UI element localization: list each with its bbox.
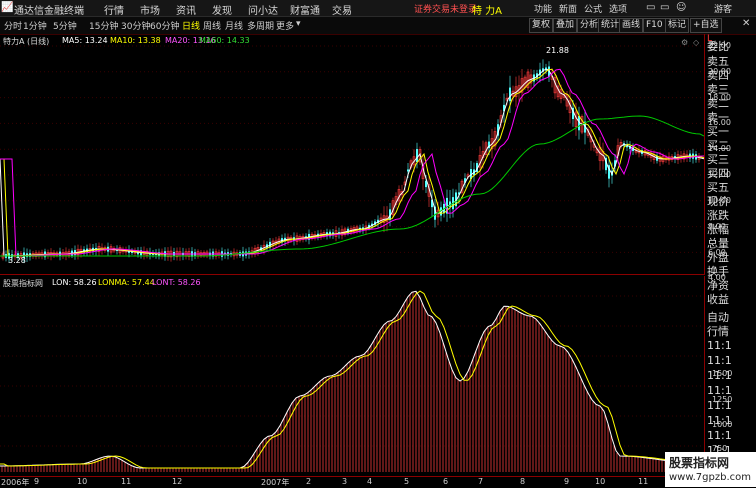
kline-candle: [509, 87, 511, 102]
period-30min[interactable]: 30分钟: [121, 19, 150, 32]
quote-panel: L 委比 卖五 卖四 卖三 卖二 卖一 买一 买二 买三 买四 买五 现价 涨跌…: [705, 34, 756, 487]
btn-biaoji[interactable]: 标记: [665, 18, 690, 33]
period-monthly[interactable]: 月线: [225, 19, 243, 32]
time-tick: 11: [638, 477, 649, 486]
time-tick: 12: [172, 477, 183, 486]
chevron-down-icon[interactable]: ▾: [296, 19, 301, 29]
tick-time: 11:1: [707, 339, 732, 352]
time-tick: 10: [77, 477, 88, 486]
watermark-logo: 股票指标网 www.7gpzb.com: [665, 452, 756, 487]
watermark-title: 股票指标网: [669, 456, 730, 470]
indicator-svg: [0, 290, 704, 472]
btn-fuquan[interactable]: 复权: [529, 18, 554, 33]
kline-candle: [416, 149, 418, 163]
guest-label[interactable]: 游客: [714, 2, 732, 15]
high-price-label: 21.88: [546, 46, 569, 55]
time-tick: 4: [367, 477, 373, 486]
period-more[interactable]: 更多: [276, 19, 294, 32]
time-tick: 9: [34, 477, 40, 486]
tick-time: 11:1: [707, 354, 732, 367]
legend-lon: LON: 58.26: [52, 278, 97, 287]
time-tick: 3: [342, 477, 348, 486]
stock-name: 特 力A: [472, 6, 503, 17]
btn-zixuan[interactable]: +自选: [690, 18, 722, 33]
btn-f10[interactable]: F10: [643, 18, 666, 33]
top-menu-bar: 📈 通达信金融终端 行情 市场 资讯 发现 问小达 财富通 交易 证券交易未登录…: [0, 0, 756, 17]
period-15min[interactable]: 15分钟: [89, 19, 118, 32]
tick-time: 11:1: [707, 399, 732, 412]
menu-xinmian[interactable]: 新面: [559, 2, 577, 15]
lon-line: [0, 290, 704, 469]
menu-faxian[interactable]: 发现: [212, 2, 232, 17]
time-tick: 2: [306, 477, 312, 486]
legend-ma10: MA10: 13.38: [110, 36, 161, 45]
period-fenshi[interactable]: 分时: [4, 19, 22, 32]
tick-time: 11:1: [707, 429, 732, 442]
legend-ma60: MA60: 14.33: [199, 36, 250, 45]
collapse-icon[interactable]: ◇: [693, 38, 699, 47]
minimize-icon[interactable]: ▭: [646, 2, 655, 13]
ma60-line: [0, 115, 704, 257]
settings-icon[interactable]: ⚙: [681, 38, 688, 47]
app-logo-icon: 📈: [1, 2, 14, 13]
legend-ma5: MA5: 13.24: [62, 36, 108, 45]
kline-candle: [407, 169, 409, 172]
time-tick: 5: [404, 477, 410, 486]
main-legend-title: 特力A (日线): [3, 37, 50, 46]
menu-shichang[interactable]: 市场: [140, 2, 160, 17]
user-icon[interactable]: ☺: [676, 2, 686, 13]
login-status[interactable]: 证券交易未登录: [414, 2, 477, 15]
tick-time: 11:1: [707, 369, 732, 382]
time-tick: 7: [478, 477, 484, 486]
menu-gongshi[interactable]: 公式: [584, 2, 602, 15]
time-tick: 11: [121, 477, 132, 486]
legend-lonma: LONMA: 57.44: [98, 278, 155, 287]
menu-gongneng[interactable]: 功能: [534, 2, 552, 15]
tick-time: 11:1: [707, 384, 732, 397]
legend-lont: LONT: 58.26: [152, 278, 201, 287]
time-tick: 10: [595, 477, 606, 486]
period-5min[interactable]: 5分钟: [53, 19, 77, 32]
sub-legend-title: 股票指标网: [3, 279, 43, 288]
lonma-line: [0, 290, 704, 469]
menu-zixun[interactable]: 资讯: [176, 2, 196, 17]
time-tick: 2006年: [1, 478, 30, 487]
period-weekly[interactable]: 周线: [203, 19, 221, 32]
menu-wenxiaoda[interactable]: 问小达: [248, 2, 278, 17]
ticks-subtitle: 行情: [707, 325, 729, 338]
restore-icon[interactable]: ▭: [660, 2, 669, 13]
menu-hangqing[interactable]: 行情: [104, 2, 124, 17]
menu-caifutong[interactable]: 财富通: [290, 2, 320, 17]
app-title: 通达信金融终端: [14, 6, 84, 17]
menu-xuanxiang[interactable]: 选项: [609, 2, 627, 15]
kline-chart[interactable]: 特力A (日线) MA5: 13.24 MA10: 13.38 MA20: 13…: [0, 34, 705, 275]
period-60min[interactable]: 60分钟: [150, 19, 179, 32]
menu-jiaoyi[interactable]: 交易: [332, 2, 352, 17]
close-icon[interactable]: ✕: [742, 18, 750, 29]
order-weibi: 委比: [707, 40, 729, 53]
btn-diejia[interactable]: 叠加: [553, 18, 578, 33]
time-tick: 9: [564, 477, 570, 486]
period-daily[interactable]: 日线: [182, 19, 200, 32]
time-tick: 6: [443, 477, 449, 486]
time-tick: 8: [520, 477, 526, 486]
stat-earnings: 收益: [707, 293, 729, 306]
period-multi[interactable]: 多周期: [247, 19, 274, 32]
watermark-url: www.7gpzb.com: [669, 472, 751, 483]
low-price-label: 3.28: [8, 256, 26, 265]
btn-huaxian[interactable]: 画线: [619, 18, 644, 33]
indicator-chart[interactable]: 股票指标网 LON: 58.26 LONMA: 57.44 LONT: 58.2…: [0, 276, 705, 476]
kline-svg: [0, 45, 704, 264]
period-1min[interactable]: 1分钟: [23, 19, 47, 32]
tick-time: 11:1: [707, 414, 732, 427]
time-tick: 2007年: [261, 478, 290, 487]
period-toolbar: 分时 1分钟 5分钟 15分钟 30分钟 60分钟 日线 周线 月线 多周期 更…: [0, 17, 756, 35]
